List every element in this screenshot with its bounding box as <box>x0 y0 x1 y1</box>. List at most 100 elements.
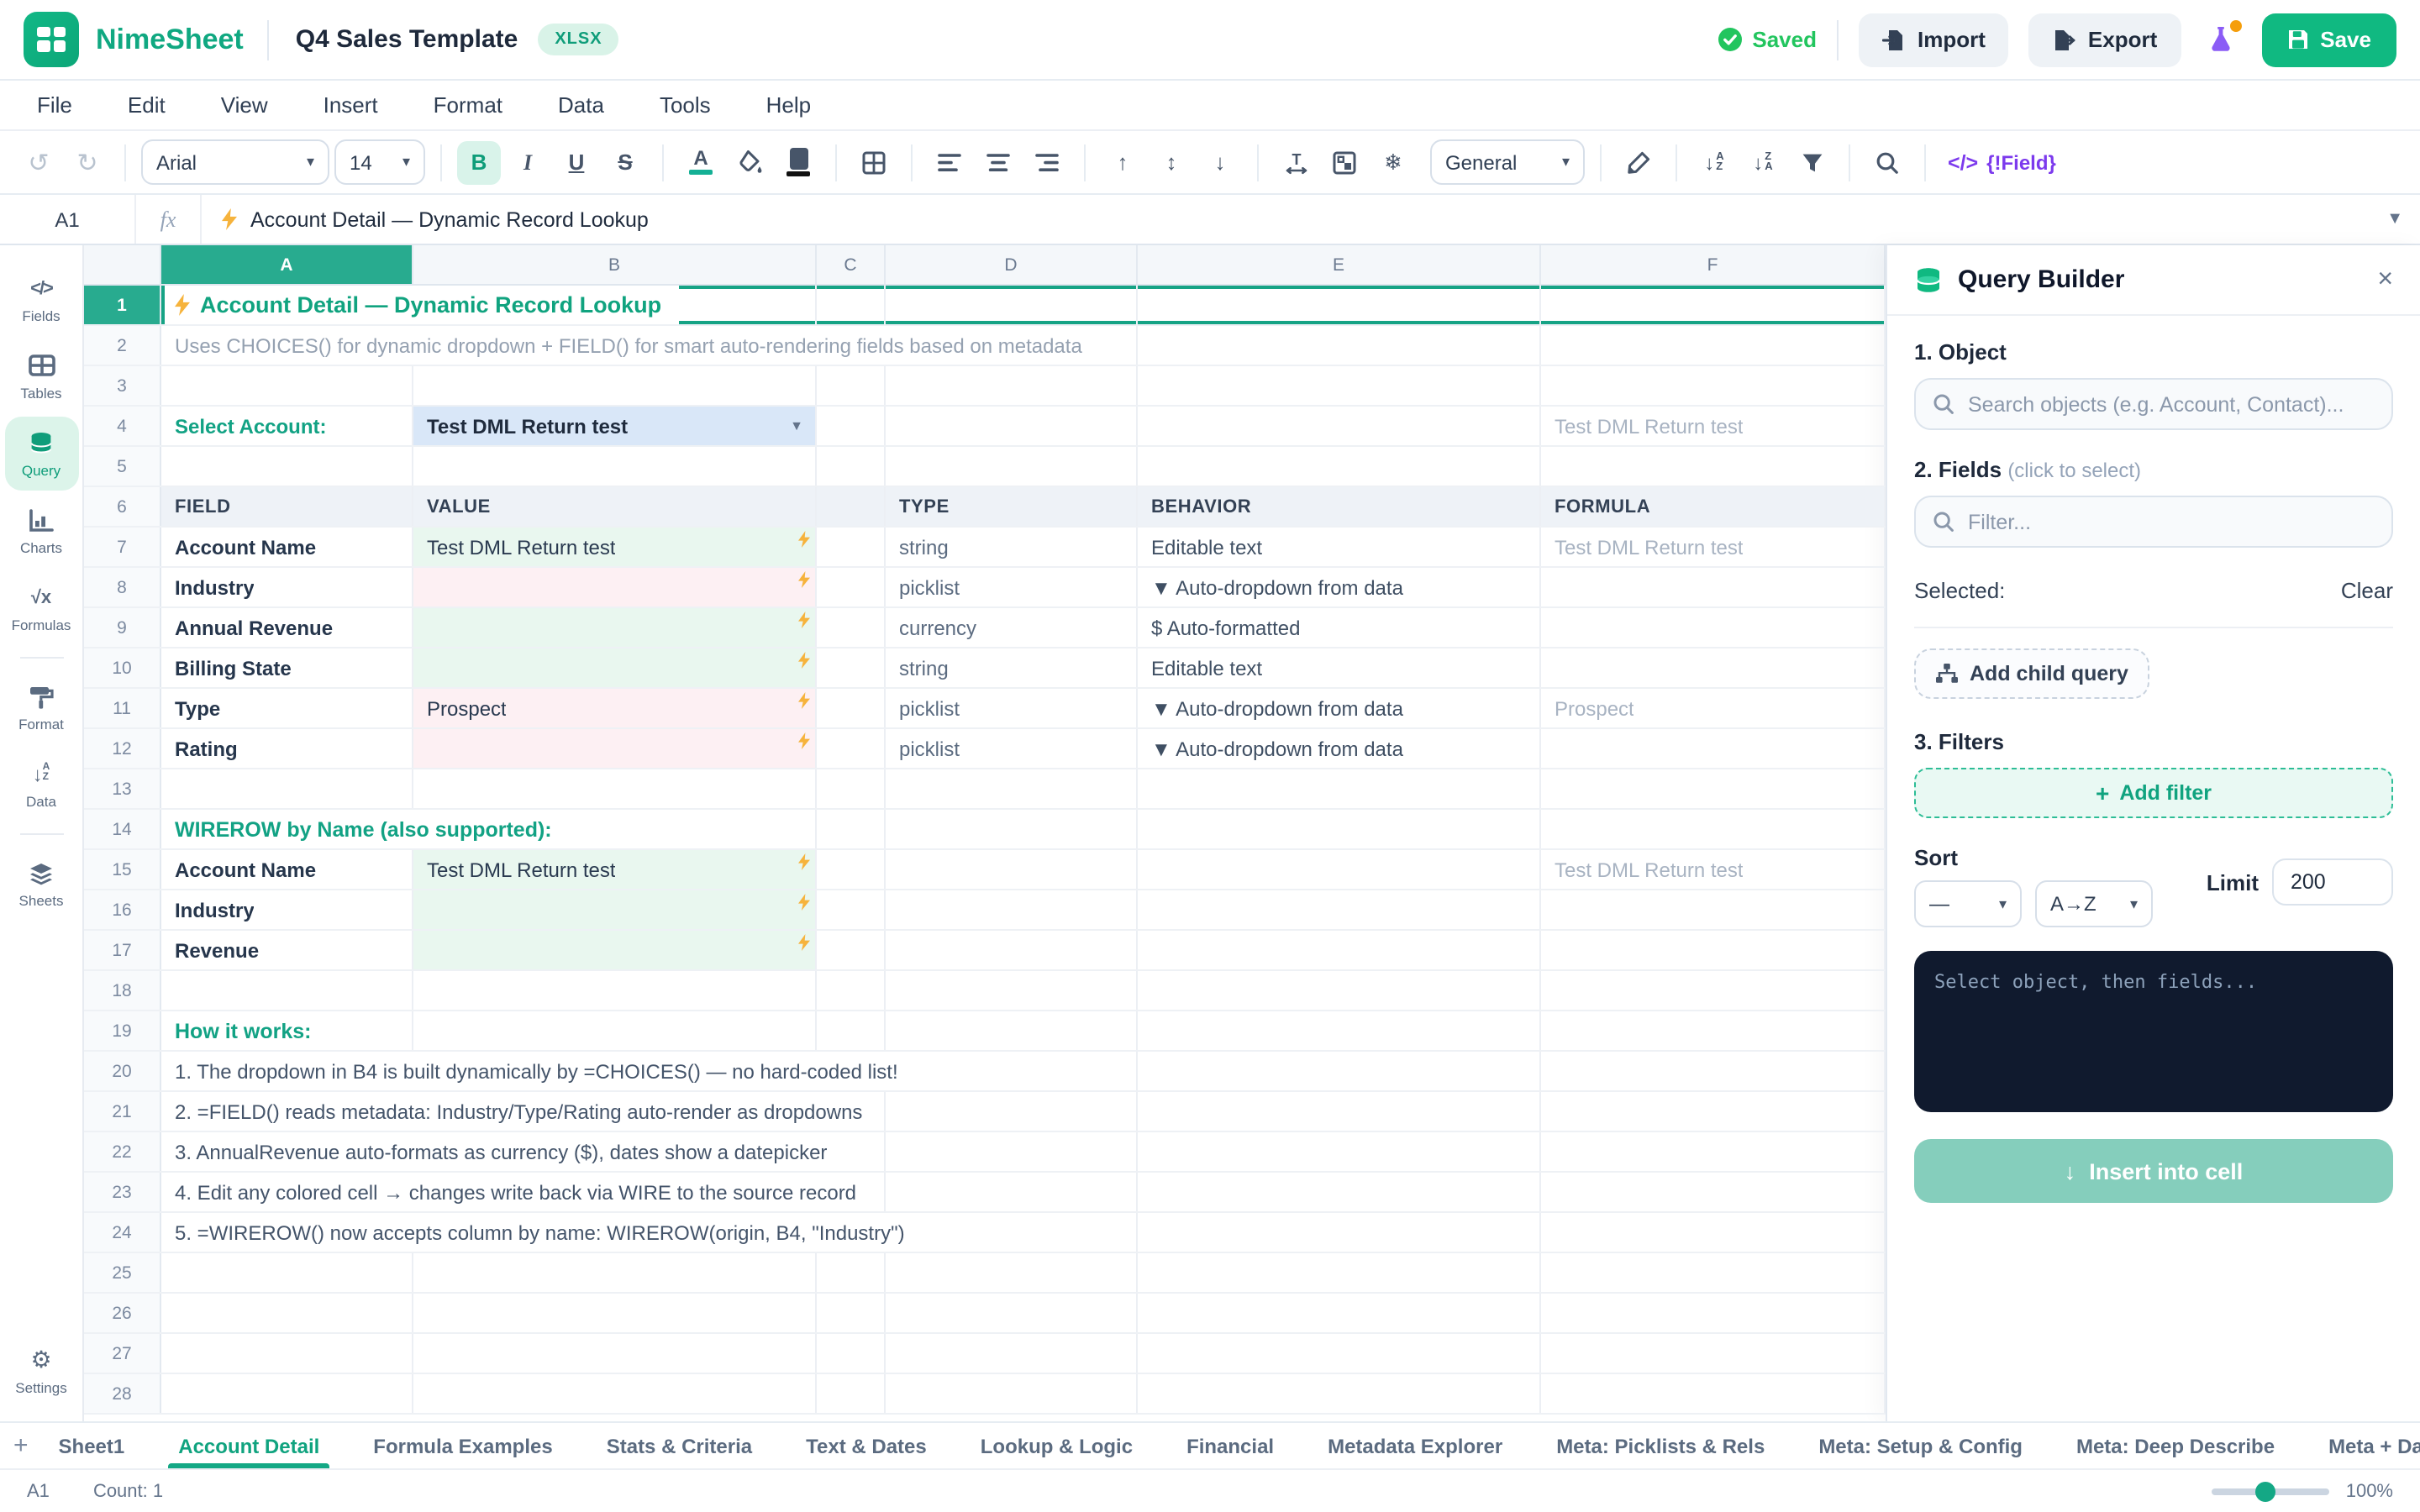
row-header-14[interactable]: 14 <box>84 810 161 848</box>
cell-B25[interactable] <box>413 1253 817 1292</box>
column-header-F[interactable]: F <box>1541 245 1886 284</box>
cell-D26[interactable] <box>886 1294 1138 1332</box>
cell-D13[interactable] <box>886 769 1138 808</box>
valign-top-button[interactable]: ↑ <box>1101 140 1144 184</box>
row-header-23[interactable]: 23 <box>84 1173 161 1211</box>
cell-D12[interactable]: picklist <box>886 729 1138 768</box>
cell-E9[interactable]: $ Auto-formatted <box>1138 608 1541 647</box>
cell-A28[interactable] <box>161 1374 413 1413</box>
document-title[interactable]: Q4 Sales Template <box>296 25 518 54</box>
cell-E3[interactable] <box>1138 366 1541 405</box>
cell-F18[interactable] <box>1541 971 1886 1010</box>
row-header-2[interactable]: 2 <box>84 326 161 365</box>
cell-B7[interactable]: Test DML Return test <box>413 528 817 566</box>
cell-F5[interactable] <box>1541 447 1886 486</box>
cell-C17[interactable] <box>817 931 886 969</box>
cell-A1-overflow-text[interactable]: Account Detail — Dynamic Record Lookup <box>161 286 678 324</box>
cell-C15[interactable] <box>817 850 886 889</box>
fields-filter-input[interactable] <box>1968 510 2375 533</box>
cell-E10[interactable]: Editable text <box>1138 648 1541 687</box>
cell-F15[interactable]: Test DML Return test <box>1541 850 1886 889</box>
fields-filter-box[interactable] <box>1914 496 2393 548</box>
cell-D4[interactable] <box>886 407 1138 445</box>
row-header-28[interactable]: 28 <box>84 1374 161 1413</box>
row-header-21[interactable]: 21 <box>84 1092 161 1131</box>
cell-F20[interactable] <box>1541 1052 1886 1090</box>
cell-C9[interactable] <box>817 608 886 647</box>
formula-input[interactable]: Account Detail — Dynamic Record Lookup <box>202 207 2370 231</box>
align-center-button[interactable] <box>976 140 1020 184</box>
sheet-tab-text-dates[interactable]: Text & Dates <box>782 1423 950 1468</box>
cell-B15[interactable]: Test DML Return test <box>413 850 817 889</box>
add-child-query-button[interactable]: Add child query <box>1914 648 2150 699</box>
cell-C8[interactable] <box>817 568 886 606</box>
cell-D25[interactable] <box>886 1253 1138 1292</box>
cell-F22[interactable] <box>1541 1132 1886 1171</box>
cell-A13[interactable] <box>161 769 413 808</box>
cell-C16[interactable] <box>817 890 886 929</box>
cell-A15[interactable]: Account Name <box>161 850 413 889</box>
zoom-slider-handle[interactable] <box>2256 1481 2276 1501</box>
cell-B12[interactable] <box>413 729 817 768</box>
insert-into-cell-button[interactable]: ↓ Insert into cell <box>1914 1139 2393 1203</box>
cell-C6[interactable] <box>817 487 886 526</box>
cell-C13[interactable] <box>817 769 886 808</box>
cell-C11[interactable] <box>817 689 886 727</box>
cell-E1[interactable] <box>1138 286 1541 324</box>
row-header-18[interactable]: 18 <box>84 971 161 1010</box>
text-rotate-button[interactable]: T <box>1274 140 1318 184</box>
cell-D9[interactable]: currency <box>886 608 1138 647</box>
align-left-button[interactable] <box>928 140 971 184</box>
redo-button[interactable]: ↻ <box>66 140 109 184</box>
cell-E17[interactable] <box>1138 931 1541 969</box>
cell-D14[interactable] <box>886 810 1138 848</box>
cell-A27[interactable] <box>161 1334 413 1373</box>
cell-F23[interactable] <box>1541 1173 1886 1211</box>
cell-D3[interactable] <box>886 366 1138 405</box>
sheet-tab-metadata-explorer[interactable]: Metadata Explorer <box>1304 1423 1526 1468</box>
zoom-slider[interactable] <box>2212 1488 2329 1494</box>
sidebar-item-data[interactable]: ↓AZData <box>4 748 78 822</box>
cell-C3[interactable] <box>817 366 886 405</box>
cell-E24[interactable] <box>1138 1213 1541 1252</box>
cell-D10[interactable]: string <box>886 648 1138 687</box>
cell-E18[interactable] <box>1138 971 1541 1010</box>
filter-button[interactable] <box>1790 140 1833 184</box>
cell-B4[interactable]: Test DML Return test▼ <box>413 407 817 445</box>
column-header-C[interactable]: C <box>817 245 886 284</box>
cell-D8[interactable]: picklist <box>886 568 1138 606</box>
cell-F7[interactable]: Test DML Return test <box>1541 528 1886 566</box>
cell-B27[interactable] <box>413 1334 817 1373</box>
row-header-20[interactable]: 20 <box>84 1052 161 1090</box>
cell-F11[interactable]: Prospect <box>1541 689 1886 727</box>
cell-C10[interactable] <box>817 648 886 687</box>
cell-F19[interactable] <box>1541 1011 1886 1050</box>
cell-A2-overflow-text[interactable]: Uses CHOICES() for dynamic dropdown + FI… <box>161 326 1099 365</box>
underline-button[interactable]: U <box>555 140 598 184</box>
sheet-tab-sheet1[interactable]: Sheet1 <box>35 1423 149 1468</box>
cell-D23[interactable] <box>886 1173 1138 1211</box>
cell-A24-overflow-text[interactable]: 5. =WIREROW() now accepts column by name… <box>161 1213 922 1252</box>
cell-B28[interactable] <box>413 1374 817 1413</box>
labs-flask-button[interactable] <box>2201 18 2241 61</box>
cell-B10[interactable] <box>413 648 817 687</box>
text-color-button[interactable]: A <box>679 140 723 184</box>
cell-A8[interactable]: Industry <box>161 568 413 606</box>
cell-B6[interactable]: VALUE <box>413 487 817 526</box>
sidebar-item-query[interactable]: Query <box>4 417 78 491</box>
row-header-5[interactable]: 5 <box>84 447 161 486</box>
cell-E22[interactable] <box>1138 1132 1541 1171</box>
cell-E28[interactable] <box>1138 1374 1541 1413</box>
cell-C18[interactable] <box>817 971 886 1010</box>
cell-A19-overflow-text[interactable]: How it works: <box>161 1011 329 1050</box>
cell-E21[interactable] <box>1138 1092 1541 1131</box>
menu-insert[interactable]: Insert <box>324 92 378 118</box>
menu-tools[interactable]: Tools <box>660 92 711 118</box>
cell-F25[interactable] <box>1541 1253 1886 1292</box>
undo-button[interactable]: ↺ <box>17 140 60 184</box>
row-header-9[interactable]: 9 <box>84 608 161 647</box>
row-header-27[interactable]: 27 <box>84 1334 161 1373</box>
row-header-15[interactable]: 15 <box>84 850 161 889</box>
cell-D22[interactable] <box>886 1132 1138 1171</box>
cell-A7[interactable]: Account Name <box>161 528 413 566</box>
